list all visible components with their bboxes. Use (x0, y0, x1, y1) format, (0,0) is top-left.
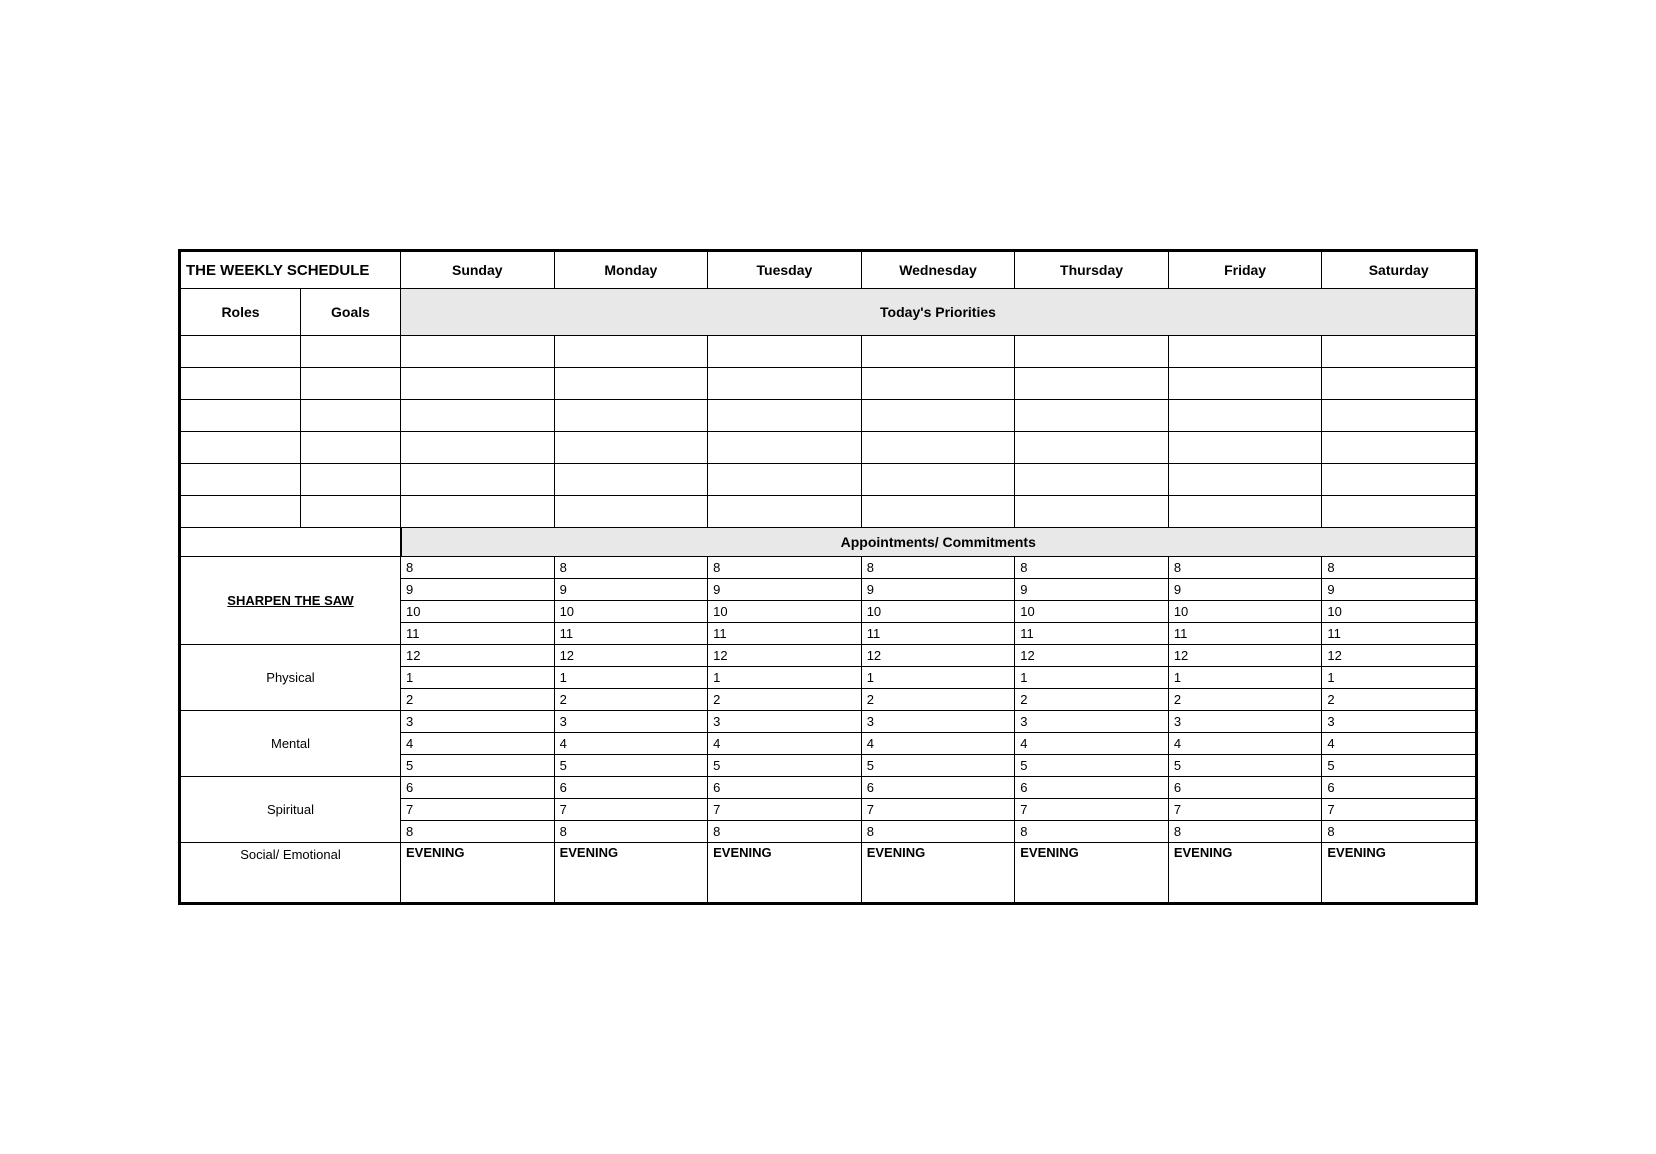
todays-priorities: Today's Priorities (401, 289, 1476, 336)
spiritual-label: Spiritual (181, 777, 401, 843)
roles-label: Roles (181, 289, 301, 336)
table-row (181, 400, 1476, 432)
header-tuesday: Tuesday (708, 252, 862, 289)
goals-label: Goals (301, 289, 401, 336)
weekly-schedule-table: THE WEEKLY SCHEDULE Sunday Monday Tuesda… (180, 251, 1476, 903)
physical-label: Physical (181, 645, 401, 711)
sharpen-the-saw-label: SHARPEN THE SAW (181, 557, 401, 645)
header-thursday: Thursday (1015, 252, 1169, 289)
schedule-title: THE WEEKLY SCHEDULE (181, 252, 401, 289)
sunday-cell-1[interactable] (401, 336, 555, 368)
monday-cell-1[interactable] (554, 336, 708, 368)
evening-row: Social/ Emotional EVENING EVENING EVENIN… (181, 843, 1476, 903)
tuesday-cell-1[interactable] (708, 336, 862, 368)
table-row (181, 464, 1476, 496)
time-row-8: SHARPEN THE SAW 8 8 8 8 8 8 8 (181, 557, 1476, 579)
friday-cell-1[interactable] (1168, 336, 1322, 368)
wednesday-cell-1[interactable] (861, 336, 1015, 368)
table-row (181, 336, 1476, 368)
time-row-12: Physical 12 12 12 12 12 12 12 (181, 645, 1476, 667)
header-saturday: Saturday (1322, 252, 1476, 289)
header-wednesday: Wednesday (861, 252, 1015, 289)
header-sunday: Sunday (401, 252, 555, 289)
mental-label: Mental (181, 711, 401, 777)
header-monday: Monday (554, 252, 708, 289)
saturday-cell-1[interactable] (1322, 336, 1476, 368)
table-row (181, 432, 1476, 464)
header-friday: Friday (1168, 252, 1322, 289)
table-row (181, 496, 1476, 528)
appointments-label: Appointments/ Commitments (401, 528, 1476, 557)
appointments-header-row: Appointments/ Commitments (181, 528, 1476, 557)
social-emotional-label: Social/ Emotional (181, 843, 401, 903)
time-row-6: Spiritual 6 6 6 6 6 6 6 (181, 777, 1476, 799)
table-row (181, 368, 1476, 400)
thursday-cell-1[interactable] (1015, 336, 1169, 368)
roles-cell-1[interactable] (181, 336, 301, 368)
schedule-wrapper: THE WEEKLY SCHEDULE Sunday Monday Tuesda… (178, 249, 1478, 905)
time-row-3: Mental 3 3 3 3 3 3 3 (181, 711, 1476, 733)
goals-cell-1[interactable] (301, 336, 401, 368)
